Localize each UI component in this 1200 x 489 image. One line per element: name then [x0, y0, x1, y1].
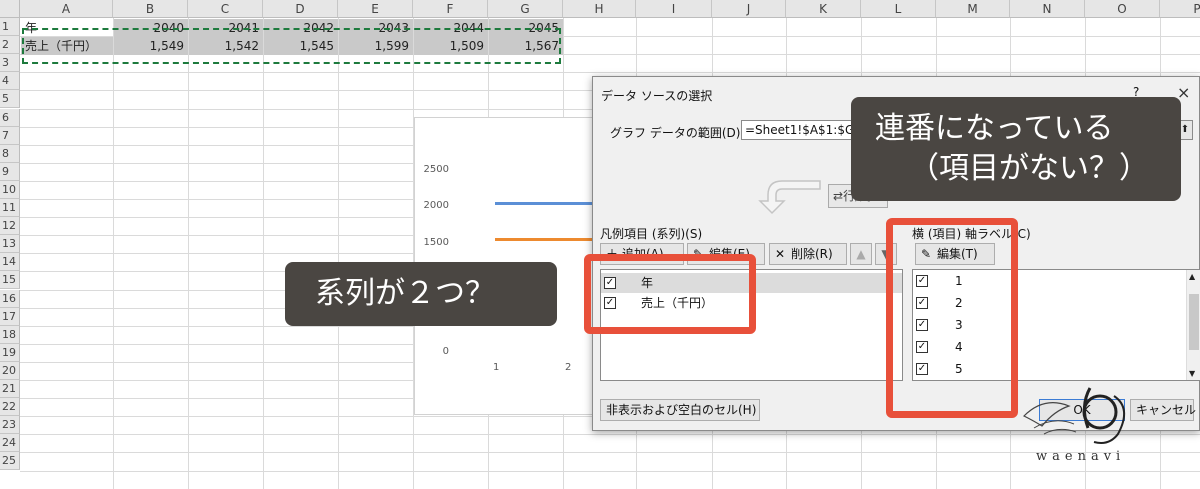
x-tick-label: 1: [493, 362, 500, 373]
column-header[interactable]: P: [1160, 0, 1200, 18]
y-tick-label: 0: [442, 346, 449, 357]
column-header[interactable]: F: [413, 0, 488, 18]
column-header[interactable]: N: [1010, 0, 1085, 18]
column-header[interactable]: I: [636, 0, 712, 18]
row-header[interactable]: 6: [0, 108, 20, 127]
y-tick-label: 2000: [423, 200, 449, 212]
column-header[interactable]: B: [113, 0, 188, 18]
row-header[interactable]: 22: [0, 398, 20, 417]
dialog-title: データ ソースの選択: [601, 89, 713, 103]
legend-entries-label: 凡例項目 (系列)(S): [600, 227, 703, 241]
row-header[interactable]: 9: [0, 162, 20, 181]
row-header[interactable]: 10: [0, 180, 20, 199]
scroll-down-icon[interactable]: ▼: [1189, 369, 1195, 378]
delete-series-label: 削除(R): [791, 247, 833, 261]
row-header[interactable]: 12: [0, 217, 20, 236]
row-header[interactable]: 16: [0, 289, 20, 308]
delete-icon: ✕: [775, 247, 786, 261]
row-header[interactable]: 19: [0, 343, 20, 362]
row-header[interactable]: 18: [0, 325, 20, 344]
row-header[interactable]: 5: [0, 90, 20, 109]
scroll-up-icon[interactable]: ▲: [1189, 272, 1195, 281]
x-tick-label: 2: [565, 362, 572, 373]
row-header[interactable]: 2: [0, 36, 20, 55]
row-header[interactable]: 8: [0, 144, 20, 163]
row-header[interactable]: 20: [0, 361, 20, 380]
series-question-callout: 系列が２つ？: [285, 262, 557, 326]
row-header[interactable]: 13: [0, 235, 20, 254]
up-arrow-icon: ▲: [856, 247, 866, 261]
row-header[interactable]: 1: [0, 18, 20, 36]
y-tick-label: 1500: [423, 236, 449, 248]
series-question-text: 系列が２つ？: [315, 276, 495, 311]
row-header[interactable]: 7: [0, 126, 20, 145]
row-header[interactable]: 17: [0, 307, 20, 326]
column-header[interactable]: C: [188, 0, 263, 18]
column-header[interactable]: O: [1085, 0, 1160, 18]
row-header[interactable]: 25: [0, 452, 20, 471]
row-header[interactable]: 15: [0, 271, 20, 290]
sequential-callout: 連番になっている （項目がない？）: [851, 97, 1181, 201]
watermark-text: waenavi: [1036, 449, 1126, 464]
row-header[interactable]: 14: [0, 253, 20, 272]
series-highlight-box: [584, 254, 756, 334]
row-header[interactable]: 3: [0, 54, 20, 73]
series-line[interactable]: [495, 238, 593, 242]
row-header[interactable]: 4: [0, 72, 20, 91]
select-all-corner[interactable]: [0, 0, 20, 18]
switch-arrow-icon: [758, 180, 821, 215]
row-header[interactable]: 23: [0, 416, 20, 435]
column-header[interactable]: H: [563, 0, 636, 18]
column-header[interactable]: G: [488, 0, 563, 18]
row-header[interactable]: 11: [0, 199, 20, 217]
column-header[interactable]: D: [263, 0, 338, 18]
row-header[interactable]: 24: [0, 434, 20, 453]
column-header[interactable]: A: [20, 0, 113, 18]
sequential-line2: （項目がない？）: [909, 151, 1149, 186]
delete-series-button[interactable]: ✕ 削除(R): [769, 243, 847, 265]
column-header[interactable]: M: [936, 0, 1010, 18]
column-header[interactable]: K: [786, 0, 861, 18]
chart-range-label: グラフ データの範囲(D):: [610, 126, 745, 140]
column-header[interactable]: J: [712, 0, 786, 18]
copy-marquee: [22, 28, 561, 64]
row-header[interactable]: 21: [0, 380, 20, 398]
sequential-line1: 連番になっている: [875, 111, 1114, 146]
column-header[interactable]: E: [338, 0, 413, 18]
hidden-empty-cells-button[interactable]: 非表示および空白のセル(H): [600, 399, 760, 421]
series-line[interactable]: [495, 202, 593, 206]
move-up-button[interactable]: ▲: [850, 243, 872, 265]
switch-icon: ⇄: [833, 189, 844, 203]
axis-labels-highlight-box: [886, 218, 1018, 418]
y-tick-label: 2500: [423, 164, 449, 175]
collapse-icon: ⬆: [1180, 124, 1190, 135]
axis-list-scrollbar[interactable]: ▲ ▼: [1186, 270, 1200, 380]
scroll-thumb[interactable]: [1189, 294, 1199, 350]
column-header[interactable]: L: [861, 0, 936, 18]
